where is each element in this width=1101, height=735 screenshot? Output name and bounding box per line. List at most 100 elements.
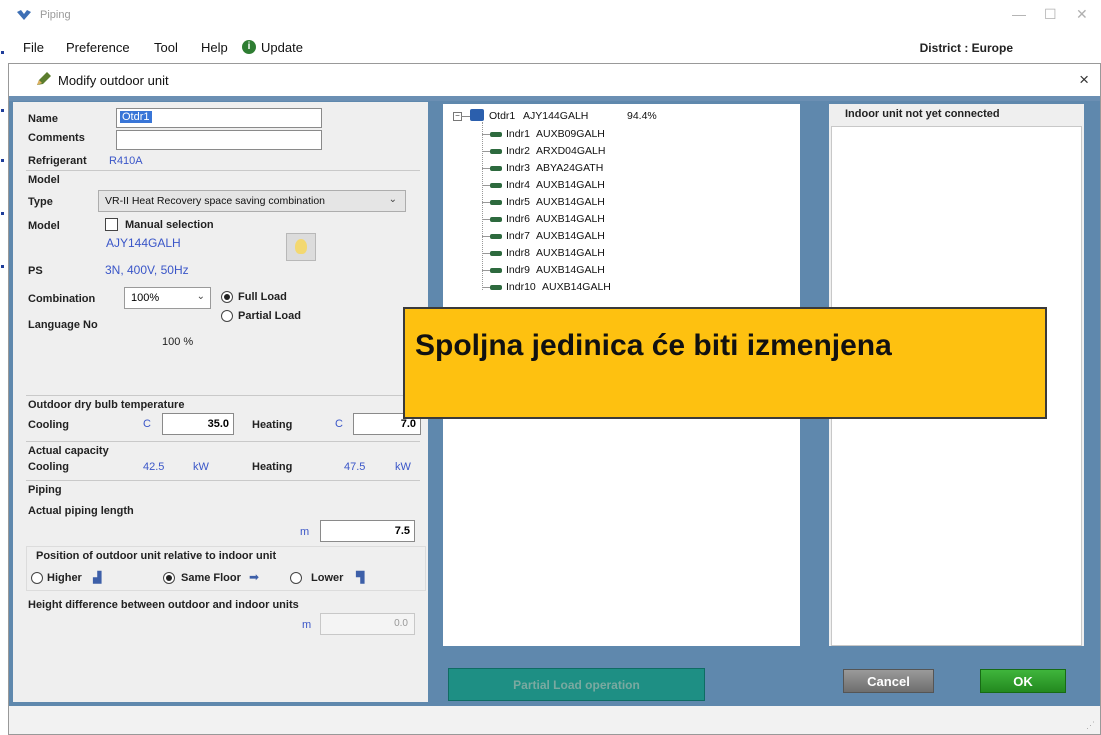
tree-row-name: Indr1 [506,128,530,140]
cancel-button-label: Cancel [867,674,910,689]
name-value: Otdr1 [120,111,152,123]
maximize-icon[interactable]: ☐ [1044,6,1057,23]
comments-input[interactable] [116,130,322,150]
tree-connector [482,151,490,152]
menu-file[interactable]: File [23,40,44,55]
app-logo-icon [17,10,31,20]
cancel-button[interactable]: Cancel [843,669,934,693]
indoor-unit-icon [490,234,502,239]
position-lower-radio[interactable] [290,572,302,584]
tree-connector [482,185,490,186]
indoor-unit-icon [490,217,502,222]
edge-marker [1,159,4,162]
dialog-close-icon[interactable]: × [1079,70,1089,90]
position-higher-radio[interactable] [31,572,43,584]
stairs-up-icon: ▟ [93,572,102,584]
stairs-down-icon: ▜ [356,572,365,584]
divider [26,170,420,171]
piping-length-unit: m [300,526,310,538]
tree-connector [482,219,490,220]
indoor-unit-icon [490,183,502,188]
tree-row-model: AUXB09GALH [536,128,605,140]
position-lower-label: Lower [311,572,344,584]
minimize-icon[interactable]: — [1012,6,1026,22]
cooling-temp-value: 35.0 [207,418,229,430]
tree-connector [482,168,490,169]
tree-row-name: Indr2 [506,145,530,157]
tree-connector [482,202,490,203]
tree-root-percent: 94.4% [627,110,657,122]
tree-connector [482,270,490,271]
cooling-temp-label: Cooling [28,419,69,431]
position-same-floor-radio[interactable] [163,572,175,584]
refrigerant-label: Refrigerant [28,155,87,167]
combination-label: Combination [28,293,96,305]
resize-grip-icon[interactable]: ⋰ [1086,720,1095,731]
heating-capacity-label: Heating [252,461,293,473]
divider [26,480,420,481]
tree-connector [482,134,490,135]
tree-row-model: AUXB14GALH [542,281,611,293]
piping-length-input[interactable]: 7.5 [320,520,415,542]
app-titlebar [0,0,1101,32]
full-load-label: Full Load [238,291,287,303]
arrow-right-icon: ➡ [249,570,260,584]
height-diff-input[interactable]: 0.0 [320,613,415,635]
manual-selection-checkbox[interactable] [105,218,118,231]
menu-update[interactable]: Update [261,40,303,55]
tree-root-name[interactable]: Otdr1 [489,110,515,122]
tree-row-model: AUXB14GALH [536,264,605,276]
tree-connector [482,122,484,290]
tree-row-model: AUXB14GALH [536,213,605,225]
district-label: District : Europe [919,41,1013,55]
tree-row-name: Indr3 [506,162,530,174]
tree-row-name: Indr4 [506,179,530,191]
model-section-label: Model [28,174,60,186]
app-title: Piping [40,9,71,21]
partial-load-radio[interactable] [221,310,233,322]
capacity-section-label: Actual capacity [28,445,109,457]
menu-tool[interactable]: Tool [154,40,178,55]
chevron-down-icon: ⌄ [196,291,205,302]
model-suggestion-button[interactable] [286,233,316,261]
tree-row-name: Indr10 [506,281,536,293]
menu-preference[interactable]: Preference [66,40,130,55]
tree-row-name: Indr9 [506,264,530,276]
menu-help[interactable]: Help [201,40,228,55]
edge-marker [1,265,4,268]
type-dropdown[interactable]: VR-II Heat Recovery space saving combina… [98,190,406,212]
position-label: Position of outdoor unit relative to ind… [36,550,277,562]
close-window-icon[interactable]: ✕ [1076,6,1088,23]
heating-temp-value: 7.0 [400,418,416,430]
indoor-unit-icon [490,132,502,137]
piping-length-value: 7.5 [394,525,410,537]
comments-label: Comments [28,132,85,144]
full-load-radio[interactable] [221,291,233,303]
tree-connector [482,253,490,254]
name-input[interactable]: Otdr1 [116,108,322,128]
outdoor-temp-section-label: Outdoor dry bulb temperature [28,399,185,411]
position-higher-label: Higher [47,572,82,584]
combination-dropdown[interactable]: 100% ⌄ [124,287,211,309]
indoor-unit-icon [490,166,502,171]
edge-marker [1,212,4,215]
tree-row-name: Indr6 [506,213,530,225]
type-dropdown-value: VR-II Heat Recovery space saving combina… [105,195,326,207]
cooling-temp-input[interactable]: 35.0 [162,413,234,435]
name-label: Name [28,113,58,125]
tree-row-model: AUXB14GALH [536,179,605,191]
piping-length-label: Actual piping length [28,505,134,517]
tree-connector [461,116,470,117]
partial-load-operation-button[interactable]: Partial Load operation [448,668,705,701]
position-same-floor-label: Same Floor [181,572,241,584]
dialog-title: Modify outdoor unit [58,73,169,88]
update-icon[interactable]: i [242,40,256,54]
dialog-header [9,64,1100,97]
tree-row-model: ARXD04GALH [536,145,606,157]
height-diff-value: 0.0 [394,618,408,629]
ok-button[interactable]: OK [980,669,1066,693]
tree-connector [482,236,490,237]
ps-value: 3N, 400V, 50Hz [105,263,189,277]
indoor-unit-icon [490,200,502,205]
manual-selection-label: Manual selection [125,219,214,231]
